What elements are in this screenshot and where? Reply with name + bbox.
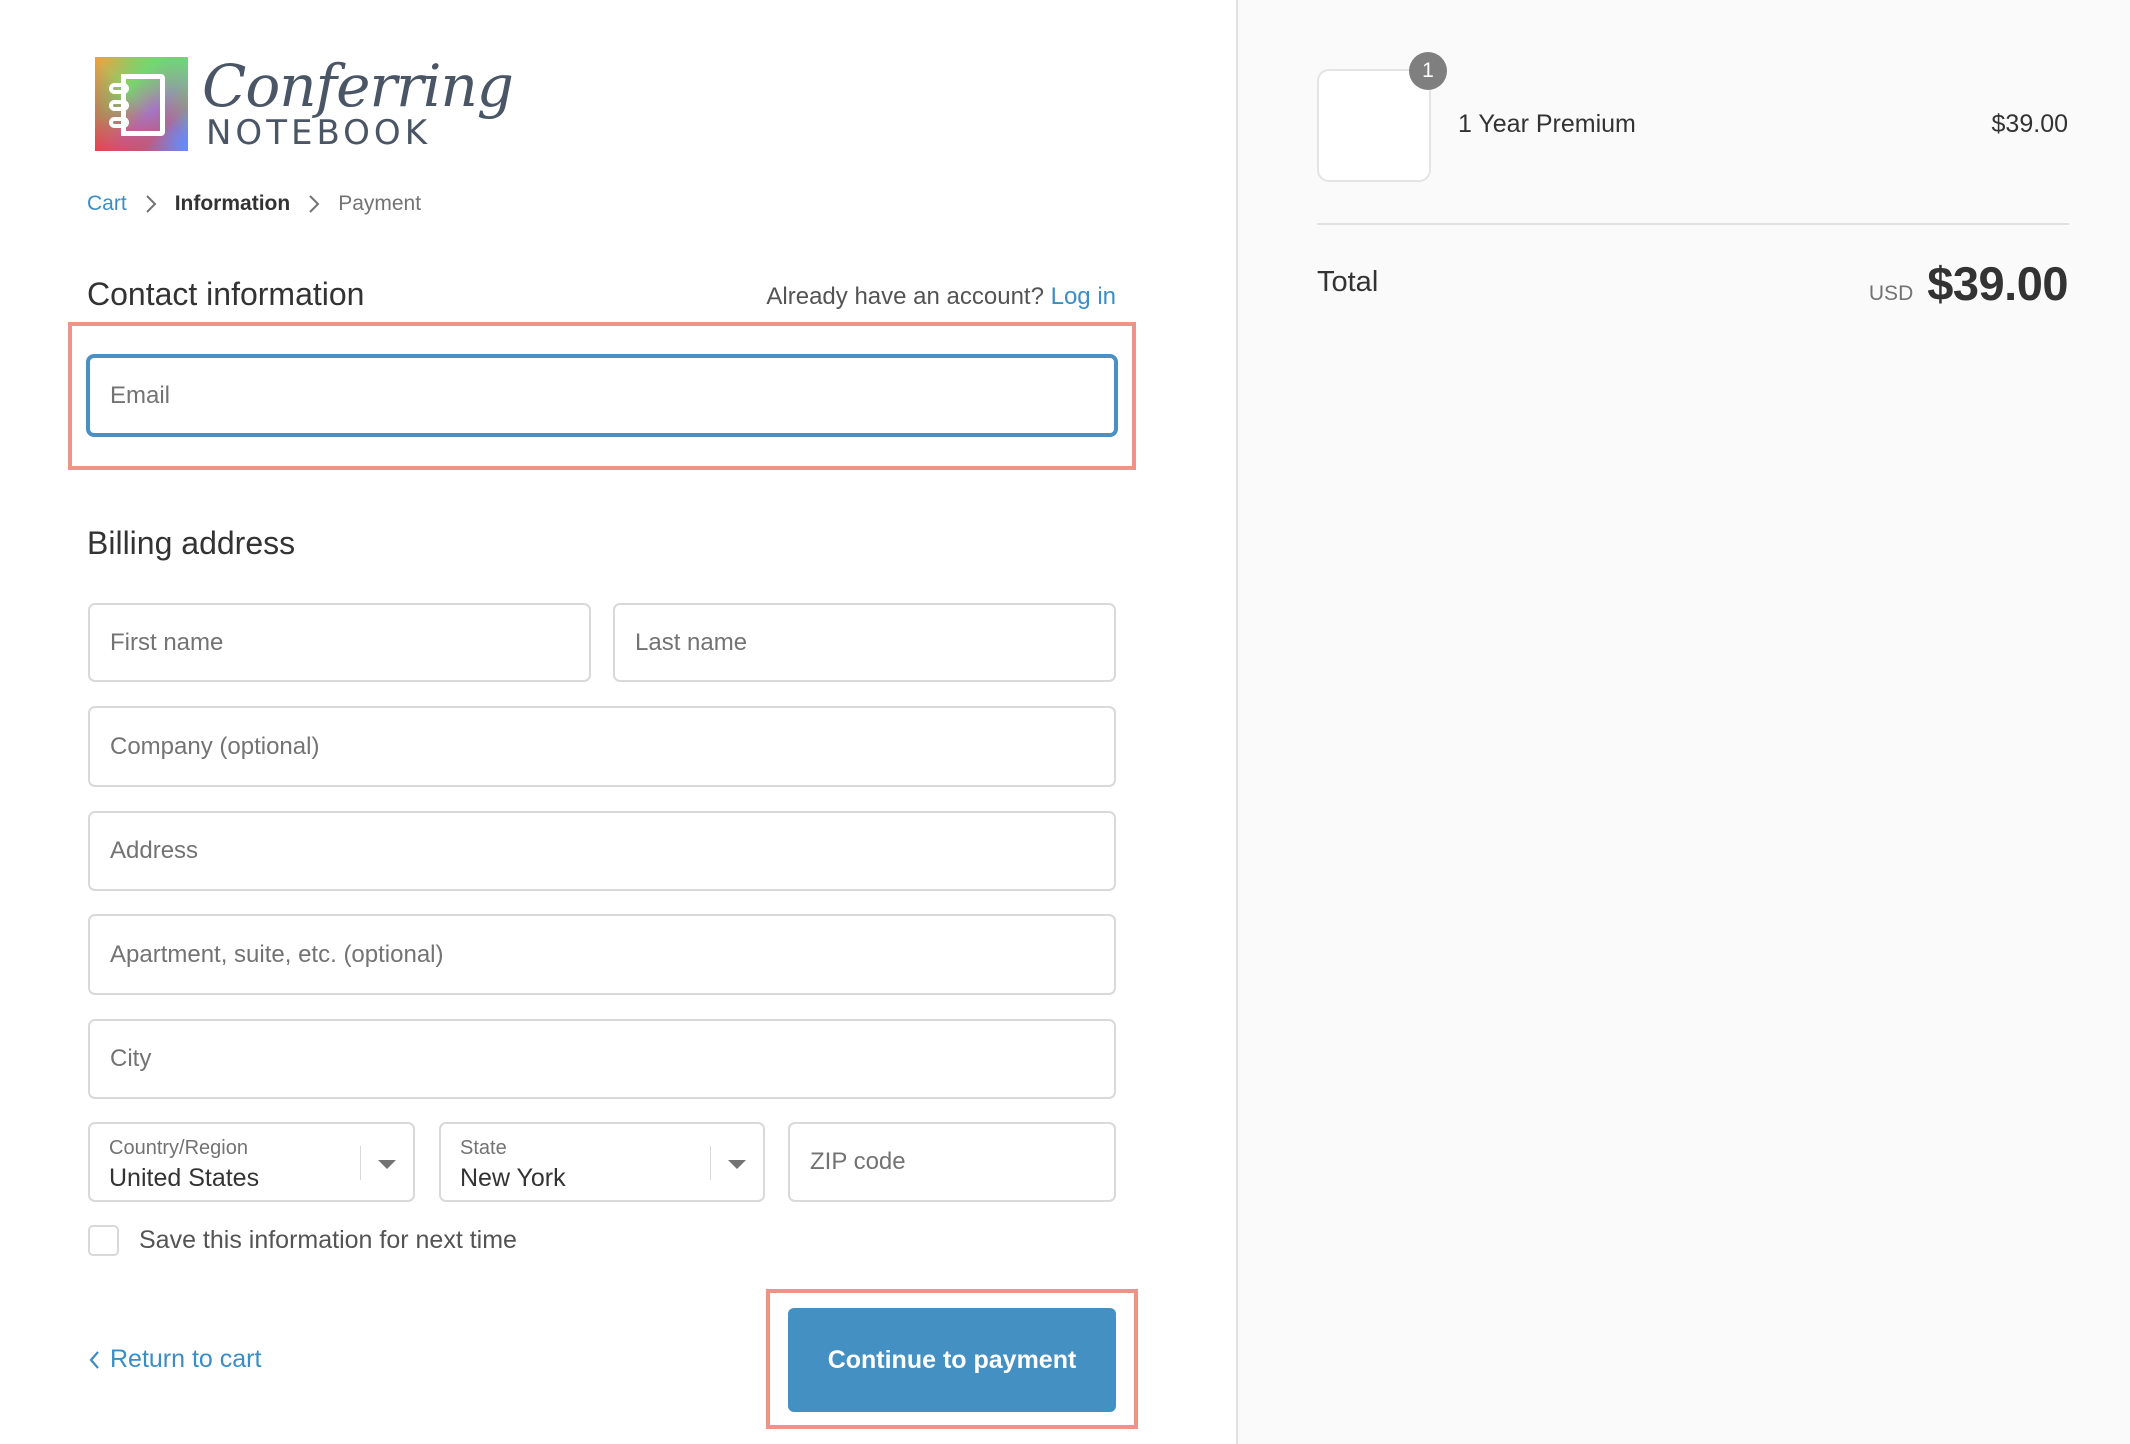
product-name: 1 Year Premium	[1458, 110, 1636, 138]
state-select-label: State	[460, 1137, 507, 1159]
country-select-value: United States	[109, 1164, 260, 1192]
return-to-cart-label: Return to cart	[110, 1345, 262, 1373]
address-input[interactable]	[90, 813, 1114, 889]
total-amount: $39.00	[1927, 257, 2068, 310]
caret-down-icon	[378, 1160, 396, 1169]
save-info-checkbox[interactable]	[88, 1225, 119, 1256]
select-divider	[360, 1146, 361, 1180]
apartment-input[interactable]	[90, 916, 1114, 993]
product-thumbnail	[1317, 69, 1431, 182]
email-field[interactable]	[87, 355, 1117, 436]
breadcrumb-payment: Payment	[338, 192, 422, 215]
logo-wordmark: Conferring NOTEBOOK	[202, 52, 514, 153]
total-amount-group: USD $39.00	[1868, 256, 2069, 311]
save-info-label: Save this information for next time	[139, 1226, 517, 1254]
summary-divider	[1317, 223, 2069, 225]
company-field[interactable]	[88, 706, 1116, 787]
breadcrumb: Cart Information Payment	[87, 192, 421, 216]
last-name-input[interactable]	[615, 605, 1114, 680]
zip-field[interactable]	[788, 1122, 1116, 1202]
logo-script-text: Conferring	[202, 52, 514, 120]
chevron-right-icon	[145, 194, 157, 214]
contact-information-heading: Contact information	[87, 276, 365, 312]
country-select-label: Country/Region	[109, 1137, 248, 1159]
state-select[interactable]: State New York	[439, 1122, 765, 1202]
last-name-field[interactable]	[613, 603, 1116, 682]
chevron-left-icon	[88, 1349, 100, 1371]
logo-caps-text: NOTEBOOK	[206, 113, 431, 153]
total-currency: USD	[1868, 282, 1914, 305]
account-prompt-text: Already have an account?	[766, 283, 1044, 310]
breadcrumb-information: Information	[174, 192, 291, 215]
notebook-logo-icon	[95, 57, 188, 151]
brand-logo[interactable]: Conferring NOTEBOOK	[95, 54, 514, 154]
first-name-input[interactable]	[90, 605, 589, 680]
product-price: $39.00	[1991, 110, 2068, 138]
order-summary: 1 1 Year Premium $39.00 Total USD $39.00	[1236, 0, 2130, 1444]
billing-address-heading: Billing address	[87, 525, 296, 561]
state-select-value: New York	[460, 1164, 566, 1192]
return-to-cart-link[interactable]: Return to cart	[88, 1345, 261, 1374]
company-input[interactable]	[90, 708, 1114, 785]
account-prompt: Already have an account? Log in	[766, 283, 1116, 311]
apartment-field[interactable]	[88, 914, 1116, 995]
login-link[interactable]: Log in	[1051, 283, 1116, 310]
breadcrumb-cart[interactable]: Cart	[87, 192, 127, 216]
city-field[interactable]	[88, 1019, 1116, 1099]
chevron-right-icon	[308, 194, 320, 214]
total-label: Total	[1317, 266, 1379, 298]
checkout-main: Conferring NOTEBOOK Cart Information Pay…	[0, 0, 1236, 1444]
zip-input[interactable]	[790, 1124, 1114, 1200]
first-name-field[interactable]	[88, 603, 591, 682]
email-input[interactable]	[90, 358, 1114, 433]
select-divider	[710, 1146, 711, 1180]
country-select[interactable]: Country/Region United States	[88, 1122, 415, 1202]
address-field[interactable]	[88, 811, 1116, 891]
caret-down-icon	[728, 1160, 746, 1169]
city-input[interactable]	[90, 1021, 1114, 1097]
quantity-badge: 1	[1409, 52, 1447, 90]
save-info-option[interactable]: Save this information for next time	[88, 1225, 517, 1256]
continue-to-payment-button[interactable]: Continue to payment	[788, 1308, 1116, 1412]
